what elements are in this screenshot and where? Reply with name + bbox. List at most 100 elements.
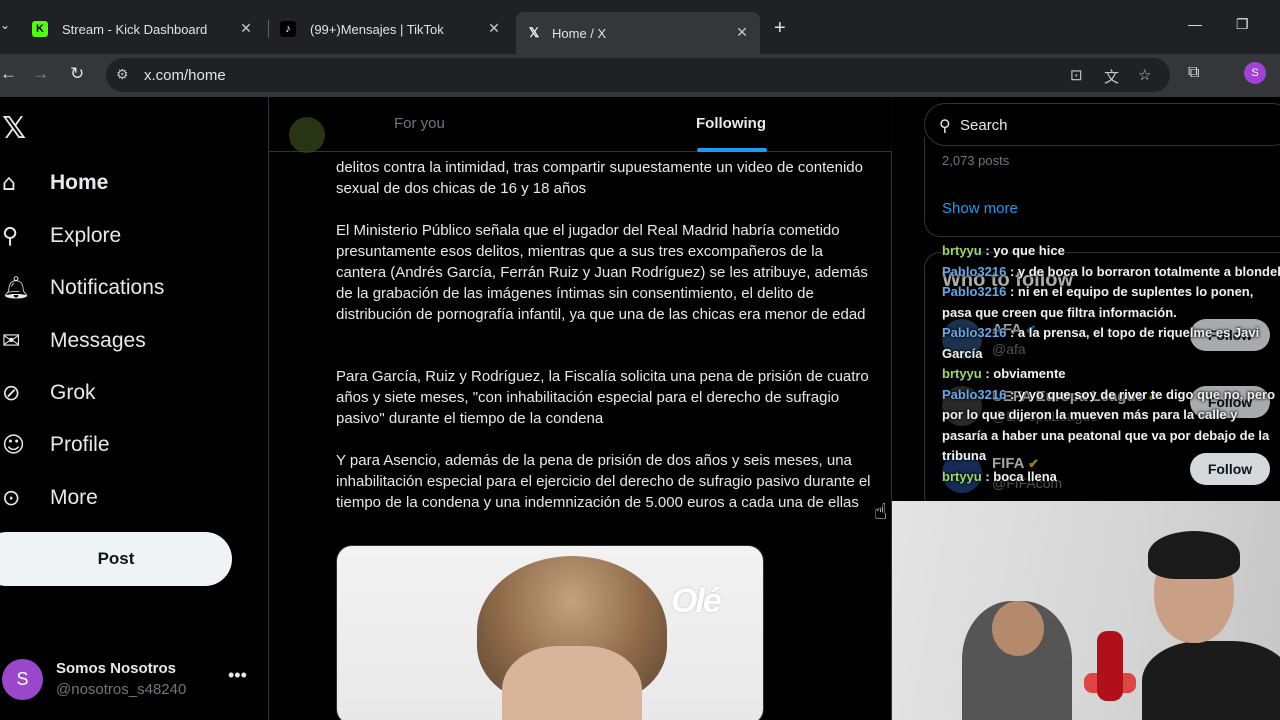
trends-section: 2,073 posts Show more [924, 137, 1280, 237]
tab-for-you[interactable]: For you [394, 115, 445, 132]
chat-username: Pablo3216 [942, 386, 1007, 402]
streamer-hair [1148, 531, 1240, 579]
chat-message: Pablo3216 : y yo que soy de river te dig… [942, 386, 1276, 464]
nav-item-messages[interactable]: ✉ Messages [0, 321, 146, 361]
chat-message: Pablo3216 : ni en el equipo de suplentes… [942, 284, 1254, 320]
post-paragraph: delitos contra la intimidad, tras compar… [336, 159, 863, 197]
browser-tab-strip: ⌄ K Stream - Kick Dashboard ✕ ♪ (99+)Men… [0, 0, 1280, 54]
mail-icon: ✉ [2, 328, 21, 354]
media-brand-watermark: Olé [671, 582, 722, 620]
address-bar[interactable]: ⚙ x.com/home ⊡ 文 ☆ [106, 58, 1170, 92]
chat-username: brtyyu [942, 243, 982, 258]
tab-search-chevron-icon[interactable]: ⌄ [0, 18, 10, 32]
photo-face [502, 646, 642, 720]
nav-item-more[interactable]: ⊙ More [0, 478, 98, 518]
close-tab-icon[interactable]: ✕ [486, 20, 502, 37]
install-app-icon[interactable]: ⊡ [1070, 66, 1083, 84]
chat-username: brtyyu [942, 366, 982, 381]
chat-text: obviamente [993, 366, 1066, 381]
tab-title: (99+)Mensajes | TikTok [310, 21, 444, 37]
nav-item-home[interactable]: ⌂ Home [0, 163, 108, 203]
trend-post-count: 2,073 posts [942, 153, 1010, 168]
nav-item-grok[interactable]: ⊘ Grok [0, 373, 96, 413]
main-timeline[interactable]: delitos contra la intimidad, tras compar… [268, 97, 892, 720]
close-tab-icon[interactable]: ✕ [238, 20, 254, 37]
browser-tab-x[interactable]: 𝕏 Home / X ✕ [516, 12, 760, 54]
tab-following[interactable]: Following [696, 115, 766, 132]
chat-message: Pablo3216 : y de boca lo borraron totalm… [942, 263, 1280, 279]
url-text[interactable]: x.com/home [144, 67, 226, 84]
chat-username: brtyyu [942, 468, 982, 484]
browser-tab-tiktok[interactable]: ♪ (99+)Mensajes | TikTok ✕ [280, 12, 502, 46]
left-sidebar: 𝕏 ⌂ Home ⚲ Explore 🔔︎ Notifications ✉ Me… [0, 97, 268, 720]
chat-text: boca llena [993, 468, 1057, 484]
extensions-icon[interactable]: ⧉ [1188, 64, 1199, 82]
close-tab-icon[interactable]: ✕ [734, 24, 750, 41]
active-tab-indicator [697, 148, 767, 152]
new-tab-icon[interactable]: + [774, 17, 786, 40]
search-input[interactable]: ⚲ Search [924, 103, 1280, 146]
bookmark-star-icon[interactable]: ☆ [1138, 66, 1151, 84]
nav-item-explore[interactable]: ⚲ Explore [0, 216, 121, 256]
avatar: S [2, 659, 43, 700]
nav-label: Messages [50, 329, 146, 352]
avatar [289, 117, 325, 153]
tab-title: Stream - Kick Dashboard [62, 21, 208, 37]
nav-label: More [50, 486, 98, 509]
nav-label: Grok [50, 381, 96, 404]
post-paragraph: Y para Asencio, además de la pena de pri… [336, 452, 871, 511]
nav-label: Home [50, 171, 109, 194]
chat-message: brtyyu : obviamente [942, 366, 1066, 381]
chat-text: yo que hice [993, 243, 1065, 258]
grok-icon: ⊘ [2, 380, 21, 406]
hand-cursor-icon: ☝ [874, 500, 888, 525]
tab-separator [268, 20, 269, 38]
translate-icon[interactable]: 文 [1104, 66, 1119, 87]
webcam-overlay [892, 501, 1280, 720]
chat-text: y de boca lo borraron totalmente a blond… [1017, 263, 1280, 279]
feed-tabs: For you Following [269, 97, 892, 153]
reload-icon[interactable]: ↻ [70, 64, 84, 84]
post-paragraph: El Ministerio Público señala que el juga… [336, 222, 868, 323]
account-switcher[interactable]: S Somos Nosotros @nosotros_s48240 ••• [2, 657, 262, 701]
show-more-link[interactable]: Show more [942, 200, 1018, 217]
search-icon: ⚲ [939, 116, 951, 135]
browser-tab-kick[interactable]: K Stream - Kick Dashboard ✕ [32, 12, 254, 46]
nav-label: Notifications [50, 276, 165, 299]
search-icon: ⚲ [2, 223, 19, 249]
more-circle-icon: ⊙ [2, 485, 21, 511]
chat-message: brtyyu : yo que hice [942, 243, 1065, 258]
chat-username: Pablo3216 [942, 284, 1007, 299]
post-button[interactable]: Post [0, 532, 232, 586]
nav-label: Explore [50, 224, 122, 247]
chat-username: Pablo3216 [942, 325, 1007, 340]
home-icon: ⌂ [2, 170, 16, 196]
nav-item-profile[interactable]: ☺ Profile [0, 425, 110, 465]
post-media-image[interactable]: Olé [336, 545, 764, 720]
minimize-icon[interactable]: — [1188, 16, 1202, 32]
site-info-icon[interactable]: ⚙ [116, 66, 129, 83]
chat-message: brtyyu : boca llena [942, 468, 1057, 484]
browser-profile-avatar[interactable]: S [1244, 62, 1266, 84]
nav-item-notifications[interactable]: 🔔︎ Notifications [0, 268, 164, 308]
back-arrow-icon[interactable]: ← [0, 64, 17, 84]
more-dots-icon[interactable]: ••• [228, 665, 247, 686]
chat-message: Pablo3216 : a la prensa, el topo de riqu… [942, 325, 1260, 361]
post-paragraph: Para García, Ruiz y Rodríguez, la Fiscal… [336, 368, 869, 427]
bell-icon: 🔔︎ [2, 275, 30, 301]
tiktok-favicon-icon: ♪ [280, 21, 296, 37]
tab-title: Home / X [552, 25, 607, 41]
account-name: Somos Nosotros [56, 660, 177, 677]
microphone-icon [1097, 631, 1123, 701]
account-handle: @nosotros_s48240 [56, 681, 187, 698]
browser-toolbar: ← → ↻ ⚙ x.com/home ⊡ 文 ☆ ⧉ S [0, 54, 1280, 97]
restore-icon[interactable]: ❐ [1236, 16, 1249, 33]
nav-label: Profile [50, 433, 110, 456]
x-logo-icon[interactable]: 𝕏 [2, 111, 26, 146]
stream-chat-overlay: brtyyu : yo que hice Pablo3216 : y de bo… [942, 241, 1280, 487]
x-favicon-icon: 𝕏 [528, 25, 540, 40]
search-placeholder: Search [960, 117, 1008, 134]
streamer-body [1142, 641, 1280, 720]
forward-arrow-icon[interactable]: → [32, 64, 49, 84]
streamer-head [992, 601, 1044, 656]
